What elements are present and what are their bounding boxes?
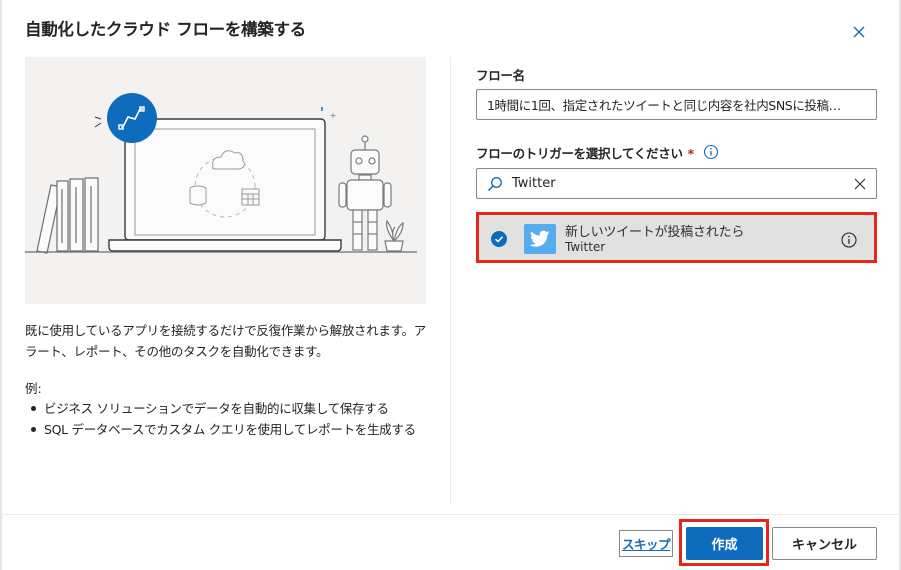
flow-name-label: フロー名 (476, 68, 525, 83)
hero-illustration (25, 57, 426, 304)
create-flow-dialog: 自動化したクラウド フローを構築する 既に使用しているアプリを接続するだけで反復… (0, 0, 901, 570)
trigger-option-new-tweet[interactable]: 新しいツイートが投稿されたら Twitter (476, 212, 877, 263)
checkmark-circle-icon (491, 231, 507, 247)
close-button[interactable] (849, 22, 869, 42)
intro-description: 既に使用しているアプリを接続するだけで反復作業から解放されます。アラート、レポー… (25, 323, 426, 359)
calendar-icon (241, 188, 260, 206)
trigger-search-input[interactable] (512, 172, 842, 195)
cancel-button[interactable]: キャンセル (772, 527, 877, 560)
trigger-label-text: フローのトリガーを選択してください (476, 146, 683, 161)
books-illustration (36, 177, 99, 254)
trigger-name: 新しいツイートが投稿されたら (565, 225, 745, 240)
twitter-connector-tile (524, 224, 556, 254)
robot-icon (338, 135, 392, 251)
database-icon (189, 185, 207, 206)
footer-divider (0, 514, 901, 515)
trigger-connector: Twitter (565, 240, 606, 254)
search-icon (487, 177, 502, 192)
example-item: ビジネス ソリューションでデータを自動的に収集して保存する (25, 398, 430, 419)
plant-icon (384, 219, 404, 252)
example-item: SQL データベースでカスタム クエリを使用してレポートを生成する (25, 419, 430, 440)
info-icon (841, 232, 857, 248)
twitter-icon (530, 230, 550, 247)
close-icon (853, 26, 865, 38)
dialog-left-edge (0, 0, 2, 570)
examples-list: ビジネス ソリューションでデータを自動的に収集して保存する SQL データベース… (25, 398, 430, 440)
skip-button[interactable]: スキップ (619, 530, 673, 557)
examples-label: 例: (25, 381, 42, 396)
trigger-info-button[interactable] (841, 232, 857, 248)
clear-icon[interactable] (853, 177, 867, 191)
create-button[interactable]: 作成 (686, 527, 763, 560)
panel-divider (450, 57, 451, 505)
trigger-label: フローのトリガーを選択してください * (476, 143, 694, 162)
required-mark: * (687, 146, 695, 161)
dialog-title: 自動化したクラウド フローを構築する (25, 20, 306, 39)
info-icon[interactable] (703, 144, 719, 160)
trigger-search-box (476, 168, 877, 199)
flow-name-input[interactable] (476, 89, 877, 120)
